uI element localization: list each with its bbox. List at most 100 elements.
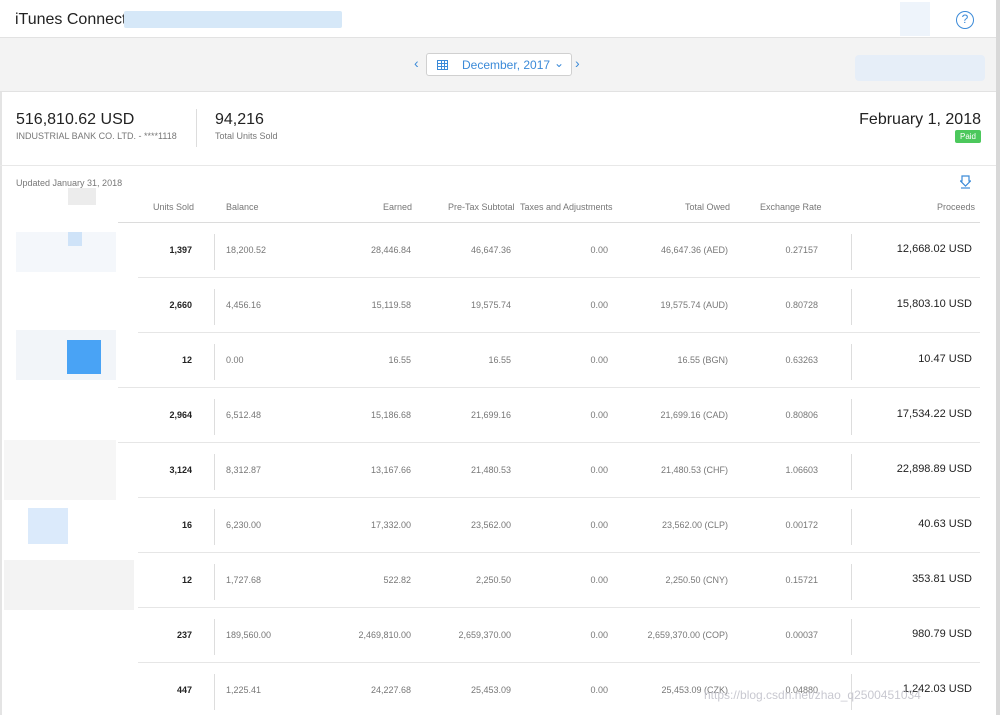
row-divider-right <box>851 399 852 435</box>
cell-taxes-adjustments: 0.00 <box>590 520 608 530</box>
summary-divider <box>196 109 197 147</box>
cell-pretax-subtotal: 25,453.09 <box>470 685 511 695</box>
cell-total-owed: 21,699.16 (CAD) <box>660 410 728 420</box>
col-header-proceeds[interactable]: Proceeds <box>937 202 975 212</box>
cell-pretax-subtotal: 2,659,370.00 <box>458 630 511 640</box>
redacted-country-5 <box>4 440 116 500</box>
cell-balance: 8,312.87 <box>226 465 262 475</box>
cell-proceeds: 15,803.10 USD <box>896 298 972 310</box>
cell-earned: 522.82 <box>383 575 411 585</box>
watermark-text: https://blog.csdn.net/zhao_q2500451034 <box>704 688 921 702</box>
cell-proceeds: 40.63 USD <box>918 518 972 530</box>
redacted-header-cell <box>68 188 96 205</box>
row-divider-left <box>214 289 215 325</box>
cell-exchange-rate: 0.00172 <box>785 520 818 530</box>
table-row[interactable]: 3,124 8,312.87 13,167.66 21,480.53 0.00 21,48… <box>0 443 1000 498</box>
cell-earned: 13,167.66 <box>370 465 411 475</box>
cell-units-sold: 2,964 <box>169 410 192 420</box>
top-bar: iTunes Connect ? <box>0 0 1000 38</box>
cell-balance: 1,727.68 <box>226 575 262 585</box>
cell-total-owed: 19,575.74 (AUD) <box>660 300 728 310</box>
cell-units-sold: 447 <box>176 685 192 695</box>
cell-pretax-subtotal: 21,699.16 <box>470 410 511 420</box>
col-header-units-sold[interactable]: Units Sold <box>153 202 194 212</box>
help-icon[interactable]: ? <box>956 11 974 29</box>
cell-pretax-subtotal: 16.55 <box>488 355 511 365</box>
col-header-balance[interactable]: Balance <box>226 202 259 212</box>
cell-total-owed: 2,250.50 (CNY) <box>665 575 728 585</box>
row-divider-right <box>851 564 852 600</box>
cell-balance: 0.00 <box>226 355 244 365</box>
cell-balance: 189,560.00 <box>226 630 272 640</box>
app-title: iTunes Connect <box>15 11 127 28</box>
cell-pretax-subtotal: 19,575.74 <box>470 300 511 310</box>
total-amount: 516,810.62 USD <box>16 111 135 128</box>
table-row[interactable]: 237 189,560.00 2,469,810.00 2,659,370.00 0.0… <box>0 608 1000 663</box>
cell-total-owed: 23,562.00 (CLP) <box>661 520 728 530</box>
cell-taxes-adjustments: 0.00 <box>590 355 608 365</box>
table-row[interactable]: 12 0.00 16.55 16.55 0.00 16.55 (BGN) 0.63263 10… <box>0 333 1000 388</box>
table-row[interactable]: 16 6,230.00 17,332.00 23,562.00 0.00 23,562.0… <box>0 498 1000 553</box>
cell-units-sold: 3,124 <box>169 465 192 475</box>
col-header-taxes-adjustments[interactable]: Taxes and Adjustments <box>520 202 613 212</box>
row-divider-right <box>851 619 852 655</box>
payment-summary: 516,810.62 USD INDUSTRIAL BANK CO. LTD. … <box>0 92 1000 166</box>
cell-taxes-adjustments: 0.00 <box>590 410 608 420</box>
chevron-right-icon[interactable]: › <box>575 55 580 71</box>
date-selector-bar: ‹ December, 2017 ⌄ › <box>0 38 1000 92</box>
cell-earned: 17,332.00 <box>370 520 411 530</box>
row-divider-right <box>851 454 852 490</box>
cell-earned: 16.55 <box>388 355 411 365</box>
redacted-country-1 <box>16 232 116 272</box>
row-divider-right <box>851 234 852 270</box>
cell-units-sold: 1,397 <box>169 245 192 255</box>
cell-exchange-rate: 0.27157 <box>785 245 818 255</box>
cell-pretax-subtotal: 21,480.53 <box>470 465 511 475</box>
redacted-account-name <box>124 11 342 28</box>
bank-account: INDUSTRIAL BANK CO. LTD. - ****1118 <box>16 131 177 141</box>
table-row[interactable]: 12 1,727.68 522.82 2,250.50 0.00 2,250.50 (CN… <box>0 553 1000 608</box>
cell-exchange-rate: 0.80806 <box>785 410 818 420</box>
chevron-left-icon[interactable]: ‹ <box>414 55 419 71</box>
cell-taxes-adjustments: 0.00 <box>590 685 608 695</box>
cell-exchange-rate: 0.00037 <box>785 630 818 640</box>
cell-exchange-rate: 0.80728 <box>785 300 818 310</box>
download-icon[interactable] <box>960 175 971 189</box>
cell-taxes-adjustments: 0.00 <box>590 465 608 475</box>
cell-taxes-adjustments: 0.00 <box>590 575 608 585</box>
cell-proceeds: 17,534.22 USD <box>896 408 972 420</box>
cell-balance: 6,230.00 <box>226 520 262 530</box>
month-picker[interactable]: December, 2017 ⌄ <box>426 53 572 76</box>
col-header-pretax-subtotal[interactable]: Pre-Tax Subtotal <box>448 202 515 212</box>
col-header-total-owed[interactable]: Total Owed <box>685 202 730 212</box>
col-header-exchange-rate[interactable]: Exchange Rate <box>760 202 822 212</box>
table-row[interactable]: 1,397 18,200.52 28,446.84 46,647.36 0.00 46,6… <box>0 223 1000 278</box>
cell-units-sold: 237 <box>176 630 192 640</box>
cell-earned: 15,186.68 <box>370 410 411 420</box>
cell-exchange-rate: 1.06603 <box>785 465 818 475</box>
row-divider-left <box>214 619 215 655</box>
row-divider-left <box>214 344 215 380</box>
cell-total-owed: 2,659,370.00 (COP) <box>647 630 728 640</box>
row-divider-left <box>214 674 215 710</box>
cell-proceeds: 980.79 USD <box>912 628 972 640</box>
chevron-down-icon: ⌄ <box>554 56 565 70</box>
total-units-label: Total Units Sold <box>215 131 278 141</box>
payment-date: February 1, 2018 <box>859 111 981 128</box>
table-row[interactable]: 2,660 4,456.16 15,119.58 19,575.74 0.00 19,57… <box>0 278 1000 333</box>
redacted-date-right <box>855 55 985 81</box>
calendar-icon <box>437 60 448 70</box>
cell-proceeds: 10.47 USD <box>918 353 972 365</box>
col-header-earned[interactable]: Earned <box>383 202 412 212</box>
cell-balance: 6,512.48 <box>226 410 262 420</box>
cell-total-owed: 46,647.36 (AED) <box>660 245 728 255</box>
cell-taxes-adjustments: 0.00 <box>590 300 608 310</box>
cell-earned: 24,227.68 <box>370 685 411 695</box>
cell-taxes-adjustments: 0.00 <box>590 630 608 640</box>
redacted-top-right <box>900 2 930 36</box>
row-divider-left <box>214 564 215 600</box>
cell-proceeds: 353.81 USD <box>912 573 972 585</box>
window-right-edge <box>996 0 1000 715</box>
cell-pretax-subtotal: 2,250.50 <box>475 575 511 585</box>
table-row[interactable]: 2,964 6,512.48 15,186.68 21,699.16 0.00 21,69… <box>0 388 1000 443</box>
